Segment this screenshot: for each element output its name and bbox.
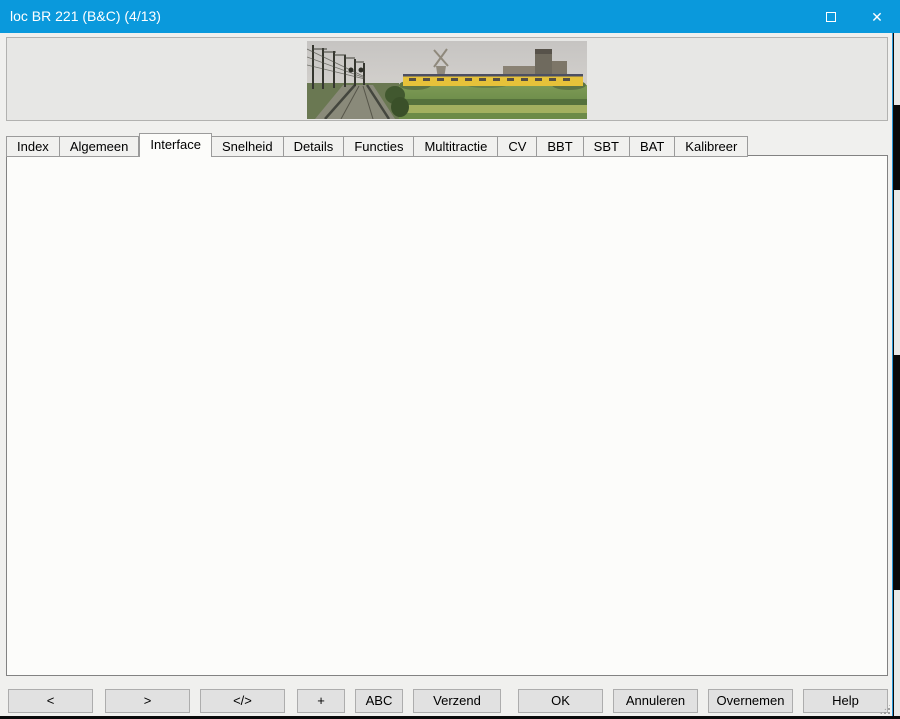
tab-details[interactable]: Details bbox=[284, 136, 345, 157]
verzend-button[interactable]: Verzend bbox=[413, 689, 501, 713]
next-button[interactable]: > bbox=[105, 689, 190, 713]
tab-bbt[interactable]: BBT bbox=[537, 136, 583, 157]
ok-button[interactable]: OK bbox=[518, 689, 603, 713]
tab-bar: Index Algemeen Interface Snelheid Detail… bbox=[6, 133, 748, 157]
abc-button[interactable]: ABC bbox=[355, 689, 403, 713]
background-app-strip bbox=[894, 33, 900, 716]
annuleren-button[interactable]: Annuleren bbox=[613, 689, 698, 713]
dialog-window: Index Algemeen Interface Snelheid Detail… bbox=[0, 33, 893, 716]
title-bar[interactable]: loc BR 221 (B&C) (4/13) ✕ bbox=[0, 0, 900, 33]
tab-cv[interactable]: CV bbox=[498, 136, 537, 157]
window-title: loc BR 221 (B&C) (4/13) bbox=[10, 0, 161, 33]
tab-snelheid[interactable]: Snelheid bbox=[212, 136, 284, 157]
tab-algemeen[interactable]: Algemeen bbox=[60, 136, 140, 157]
tab-multitractie[interactable]: Multitractie bbox=[414, 136, 498, 157]
tab-functies[interactable]: Functies bbox=[344, 136, 414, 157]
close-icon: ✕ bbox=[871, 10, 883, 24]
prev-button[interactable]: < bbox=[8, 689, 93, 713]
tab-interface[interactable]: Interface bbox=[139, 133, 212, 157]
banner-panel bbox=[6, 37, 888, 121]
maximize-button[interactable] bbox=[808, 0, 854, 33]
screen: loc BR 221 (B&C) (4/13) ✕ bbox=[0, 0, 900, 719]
overnemen-button[interactable]: Overnemen bbox=[708, 689, 793, 713]
tab-bat[interactable]: BAT bbox=[630, 136, 675, 157]
locomotive-photo bbox=[307, 41, 587, 119]
xml-button[interactable]: </> bbox=[200, 689, 285, 713]
maximize-icon bbox=[826, 12, 836, 22]
add-button[interactable]: + bbox=[297, 689, 345, 713]
close-button[interactable]: ✕ bbox=[854, 0, 900, 33]
tab-kalibreer[interactable]: Kalibreer bbox=[675, 136, 748, 157]
tab-sbt[interactable]: SBT bbox=[584, 136, 630, 157]
help-button[interactable]: Help bbox=[803, 689, 888, 713]
tab-index[interactable]: Index bbox=[6, 136, 60, 157]
interface-tab-panel bbox=[6, 155, 888, 676]
